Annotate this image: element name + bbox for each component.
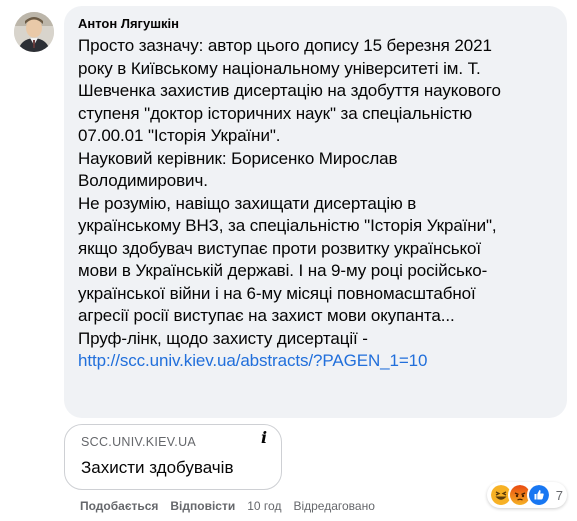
link-preview-title: Захисти здобувачів — [81, 458, 234, 477]
edited-label[interactable]: Відредаговано — [293, 499, 374, 513]
reactions-summary[interactable]: 7 — [486, 482, 567, 508]
comment-text: Просто зазначу: автор цього допису 15 бе… — [78, 35, 555, 373]
comment-line: Володимирович. — [78, 171, 208, 190]
comment-line: 07.00.01 "Історія України". — [78, 126, 281, 145]
comment-line: Пруф-лінк, щодо захисту дисертації - — [78, 328, 368, 348]
reactions-count: 7 — [555, 487, 563, 503]
comment-line: українському ВНЗ, за спеціальністю "Істо… — [78, 216, 497, 235]
avatar[interactable] — [14, 12, 54, 52]
comment-line: мови в Українській державі. І на 9-му ро… — [78, 261, 488, 280]
comment-author[interactable]: Антон Лягушкін — [78, 16, 555, 32]
like-reaction-icon — [526, 483, 551, 507]
comment-link-line: http://scc.univ.kiev.ua/abstracts/?PAGEN… — [78, 350, 555, 373]
comment-line: української війни і на 6-му місяці повно… — [78, 283, 476, 303]
info-icon[interactable]: i — [253, 427, 275, 449]
comment-line: року в Київському національному універси… — [78, 58, 481, 78]
comment-line: Шевченка захистив дисертацію на здобуття… — [78, 81, 501, 100]
comment-timestamp[interactable]: 10 год — [247, 499, 281, 513]
comment-bubble: Антон Лягушкін Просто зазначу: автор цьо… — [64, 6, 567, 418]
like-button[interactable]: Подобається — [80, 499, 158, 513]
comment-link[interactable]: http://scc.univ.kiev.ua/abstracts/?PAGEN… — [78, 351, 427, 370]
comment-actions: Подобається Відповісти 10 год Відредагов… — [80, 498, 387, 514]
comment-line: Не розумію, навіщо захищати дисертацію в — [78, 193, 417, 213]
link-preview-card[interactable]: SCC.UNIV.KIEV.UA Захисти здобувачів i — [64, 424, 282, 490]
comment-line: ступеня "доктор історичних наук" за спец… — [78, 103, 472, 123]
link-preview-domain: SCC.UNIV.KIEV.UA — [81, 435, 197, 449]
reply-button[interactable]: Відповісти — [170, 499, 235, 513]
comment-line: якщо здобувач виступає проти розвитку ук… — [78, 238, 481, 258]
comment-line: агресії росії виступає на захист мови ок… — [78, 306, 455, 325]
avatar-photo — [14, 12, 54, 52]
comment-line: Науковий керівник: Борисенко Мирослав — [78, 148, 398, 168]
comment-line: Просто зазначу: автор цього допису 15 бе… — [78, 36, 492, 55]
